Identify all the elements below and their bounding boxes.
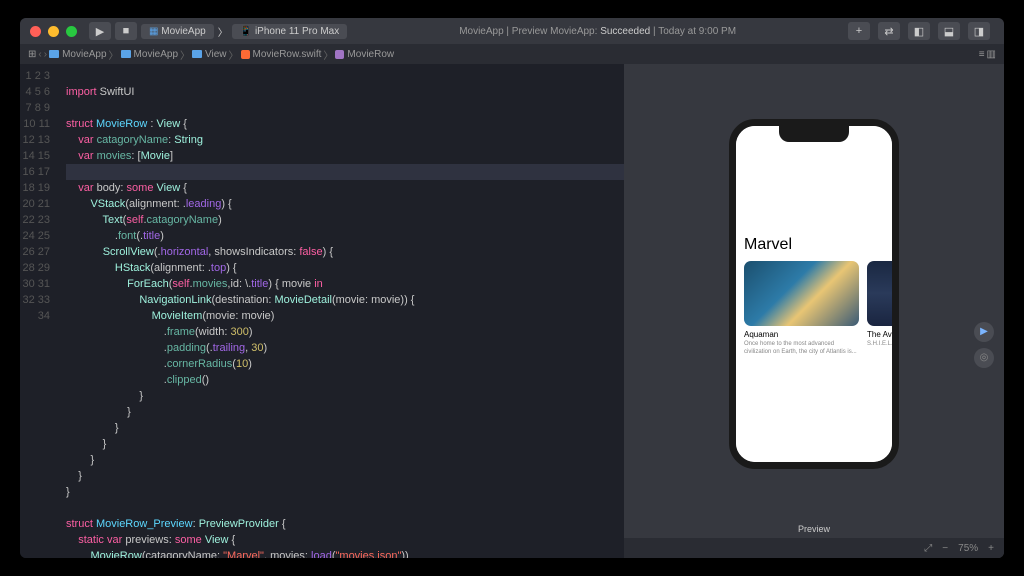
library-button[interactable]: ⇄ [878,22,900,40]
zoom-in-button[interactable]: + [988,543,994,554]
code-editor[interactable]: 1 2 3 4 5 6 7 8 9 10 11 12 13 14 15 16 1… [20,64,624,558]
minimize-icon[interactable] [48,26,59,37]
device-frame[interactable]: Marvel Aquaman Once home to the most adv… [729,119,899,469]
scheme-selector[interactable]: ▦ MovieApp 〉 📱 iPhone 11 Pro Max [141,24,347,39]
preview-screen: Marvel Aquaman Once home to the most adv… [736,126,892,462]
movie-title: The Aven [867,330,892,339]
movie-card[interactable]: Aquaman Once home to the most advanced c… [744,261,859,357]
related-items-icon[interactable]: ≡ [979,49,985,60]
build-status: MovieApp | Preview MovieApp: Succeeded |… [347,26,848,37]
breadcrumb[interactable]: ⊞ ‹› MovieApp〉 MovieApp〉 View〉 MovieRow.… [20,44,1004,64]
project-icon [49,50,59,58]
preview-play-button[interactable]: ▶ [974,322,994,342]
struct-icon [335,50,344,59]
movie-desc: Once home to the most advanced civilizat… [744,341,859,357]
notch-icon [779,126,849,142]
add-button[interactable]: + [848,22,870,40]
panel-bottom-icon[interactable]: ⬓ [938,22,960,40]
zoom-icon[interactable] [66,26,77,37]
titlebar: ▶ ■ ▦ MovieApp 〉 📱 iPhone 11 Pro Max Mov… [20,18,1004,44]
movie-row: Aquaman Once home to the most advanced c… [744,261,892,357]
nav-grid-icon[interactable]: ⊞ [28,49,36,60]
chevron-right-icon: 〉 [218,24,228,39]
zoom-level[interactable]: 75% [958,543,978,554]
run-button[interactable]: ▶ [89,22,111,40]
preview-label: Preview [624,524,1004,538]
preview-canvas: Marvel Aquaman Once home to the most adv… [624,64,1004,558]
swift-file-icon [241,50,250,59]
movie-desc: S.H.I.E.L.D launch the... [867,341,892,349]
close-icon[interactable] [30,26,41,37]
zoom-out-button[interactable]: − [942,543,948,554]
panel-right-icon[interactable]: ◨ [968,22,990,40]
movie-card[interactable]: The Aven S.H.I.E.L.D launch the... [867,261,892,357]
expand-icon[interactable]: ⤢ [924,543,932,554]
panel-left-icon[interactable]: ◧ [908,22,930,40]
category-title: Marvel [744,236,792,254]
canvas-footer: ⤢ − 75% + [624,538,1004,558]
movie-poster [867,261,892,326]
preview-inspect-button[interactable]: ◎ [974,348,994,368]
split-editor-icon[interactable]: ▥ [987,49,996,60]
movie-poster [744,261,859,326]
stop-button[interactable]: ■ [115,22,137,40]
folder-icon [192,50,202,58]
code-content[interactable]: import SwiftUI struct MovieRow : View { … [60,64,624,558]
traffic-lights [30,26,77,37]
xcode-window: ▶ ■ ▦ MovieApp 〉 📱 iPhone 11 Pro Max Mov… [20,18,1004,558]
movie-title: Aquaman [744,330,859,339]
folder-icon [121,50,131,58]
line-gutter: 1 2 3 4 5 6 7 8 9 10 11 12 13 14 15 16 1… [20,64,60,558]
